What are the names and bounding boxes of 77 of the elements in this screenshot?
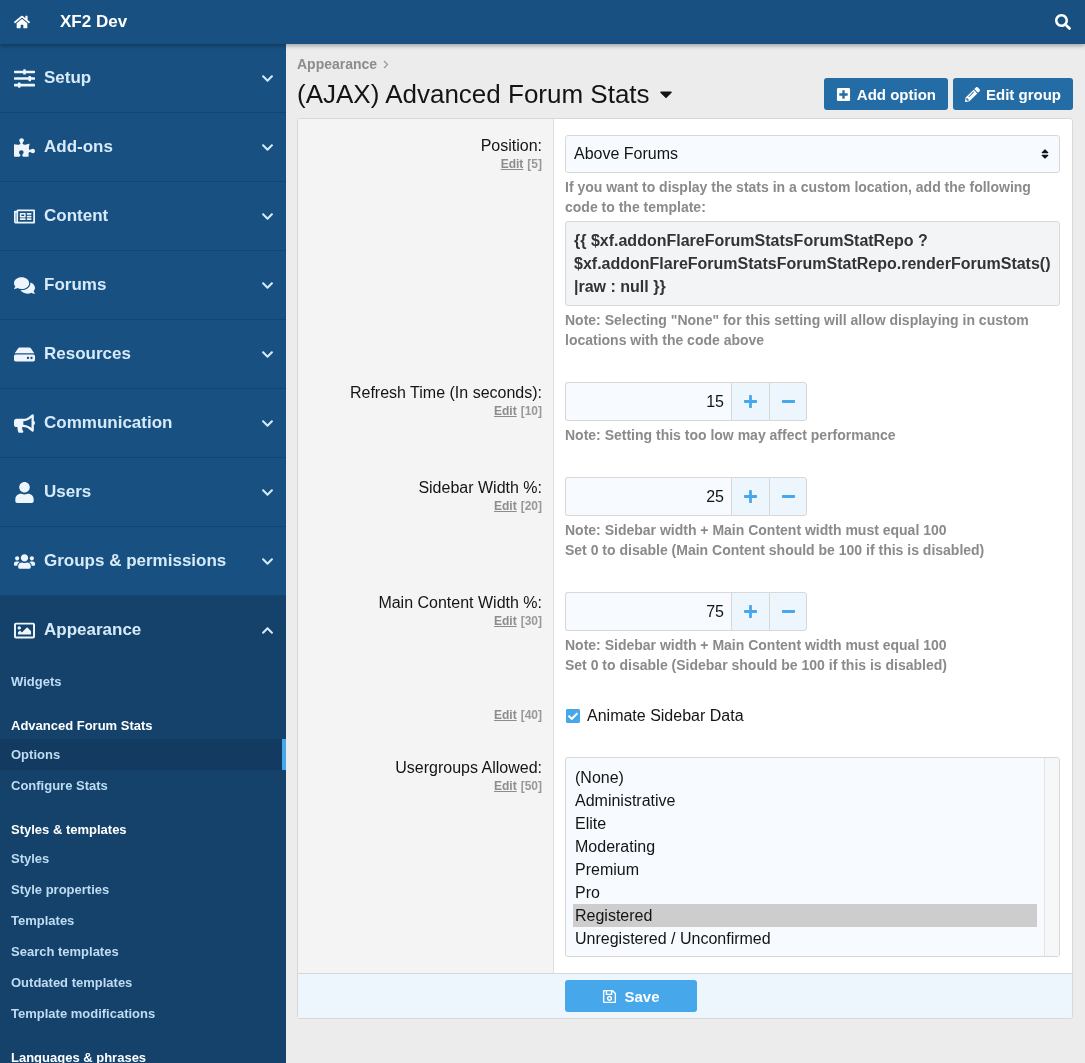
hint-text: Note: Sidebar width + Main Content width must equal 100 — [565, 636, 948, 655]
plus-icon — [743, 489, 758, 504]
nav-link[interactable]: Configure Stats — [0, 770, 286, 801]
checkbox-label: Animate Sidebar Data — [587, 707, 744, 725]
nav-section[interactable]: Groups & permissions — [0, 527, 286, 595]
nav-link[interactable]: Templates — [0, 905, 286, 936]
checkbox[interactable] — [565, 708, 581, 724]
nav-section[interactable]: Resources — [0, 320, 286, 388]
chevron-right-icon — [383, 59, 390, 69]
pencil-icon — [965, 86, 980, 102]
puzzle-icon — [12, 136, 36, 158]
hint-text: Note: Sidebar width + Main Content width must equal 100 — [565, 521, 948, 540]
plus-icon — [743, 604, 758, 619]
hint-text: If you want to display the stats in a custom location, add the following code to the template: — [565, 178, 1032, 217]
display-order: [40] — [520, 708, 542, 722]
display-order: [5] — [527, 157, 542, 171]
nav-section[interactable]: Content — [0, 182, 286, 250]
option-label: Refresh Time (In seconds): — [348, 384, 542, 402]
hint-text: Set 0 to disable (Main Content should be 100 if this is disabled) — [565, 541, 986, 560]
page-title: (AJAX) Advanced Forum Stats — [297, 78, 650, 110]
nav-link[interactable]: Styles — [0, 843, 286, 874]
nav-section[interactable]: Add-ons — [0, 113, 286, 181]
nav-link[interactable]: Style properties — [0, 874, 286, 905]
nav-link[interactable]: Widgets — [0, 666, 286, 697]
display-order: [30] — [520, 614, 542, 628]
list-option[interactable]: Elite — [573, 812, 1037, 835]
list-option[interactable]: (None) — [573, 766, 1037, 789]
hint-text: Note: Setting this too low may affect performance — [565, 426, 897, 445]
user-icon — [12, 481, 36, 503]
code-block: {{ $xf.addonFlareForumStatsForumStatRepo ? $xf.addonFlareForumStatsForumStatRepo.renderForumStats()|raw : null }} — [565, 221, 1060, 306]
increment-button[interactable] — [731, 477, 769, 516]
action-button[interactable]: Add option — [823, 78, 948, 110]
speech-bubbles-icon — [12, 274, 36, 296]
sort-arrows-icon — [1039, 148, 1051, 160]
number-field[interactable]: 75 — [565, 592, 731, 631]
nav-section[interactable]: Users — [0, 458, 286, 526]
increment-button[interactable] — [731, 382, 769, 421]
list-option[interactable]: Administrative — [573, 789, 1037, 812]
action-button[interactable]: Edit group — [953, 78, 1073, 110]
nav-link[interactable]: Options — [0, 739, 286, 770]
nav-group-heading: Styles & templates — [10, 820, 128, 839]
hint-text: Set 0 to disable (Sidebar should be 100 if this is disabled) — [565, 656, 948, 675]
list-option[interactable]: Moderating — [573, 835, 1037, 858]
display-order: [10] — [520, 404, 542, 418]
plus-icon — [743, 394, 758, 409]
home-icon[interactable] — [14, 14, 30, 30]
decrement-button[interactable] — [769, 592, 807, 631]
nav-section[interactable]: Setup — [0, 44, 286, 112]
decrement-button[interactable] — [769, 382, 807, 421]
megaphone-icon — [12, 412, 36, 434]
option-label: Main Content Width %: — [377, 594, 542, 612]
number-field[interactable]: 15 — [565, 382, 731, 421]
nav-link[interactable]: Outdated templates — [0, 967, 286, 998]
nav-group-heading: Advanced Forum Stats — [10, 716, 154, 735]
select-field[interactable]: Above Forums — [565, 135, 1060, 173]
option-label: Usergroups Allowed: — [394, 759, 542, 777]
option-label: Sidebar Width %: — [417, 479, 542, 497]
display-order: [20] — [520, 499, 542, 513]
sliders-icon — [12, 67, 36, 89]
increment-button[interactable] — [731, 592, 769, 631]
option-label: Position: — [479, 137, 542, 155]
list-box[interactable]: (None) Administrative Elite Moderating Premium Pro Registered Unregistered / Unconfirmed — [565, 757, 1060, 957]
nav-section[interactable]: Communication — [0, 389, 286, 457]
scrollbar-track[interactable] — [1044, 758, 1059, 956]
display-order: [50] — [520, 779, 542, 793]
nav-link[interactable]: Search templates — [0, 936, 286, 967]
nav-section[interactable]: Forums — [0, 251, 286, 319]
search-icon[interactable] — [1055, 14, 1071, 30]
hint-text: Note: Selecting "None" for this setting will allow displaying in custom locations with the code above — [565, 311, 1030, 350]
nav-link[interactable]: Template modifications — [0, 998, 286, 1029]
number-field[interactable]: 25 — [565, 477, 731, 516]
list-option[interactable]: Unregistered / Unconfirmed — [573, 927, 1037, 950]
list-option[interactable]: Premium — [573, 858, 1037, 881]
decrement-button[interactable] — [769, 477, 807, 516]
nav-section[interactable]: Appearance — [0, 596, 286, 664]
list-option[interactable]: Registered — [573, 904, 1037, 927]
list-option[interactable]: Pro — [573, 881, 1037, 904]
